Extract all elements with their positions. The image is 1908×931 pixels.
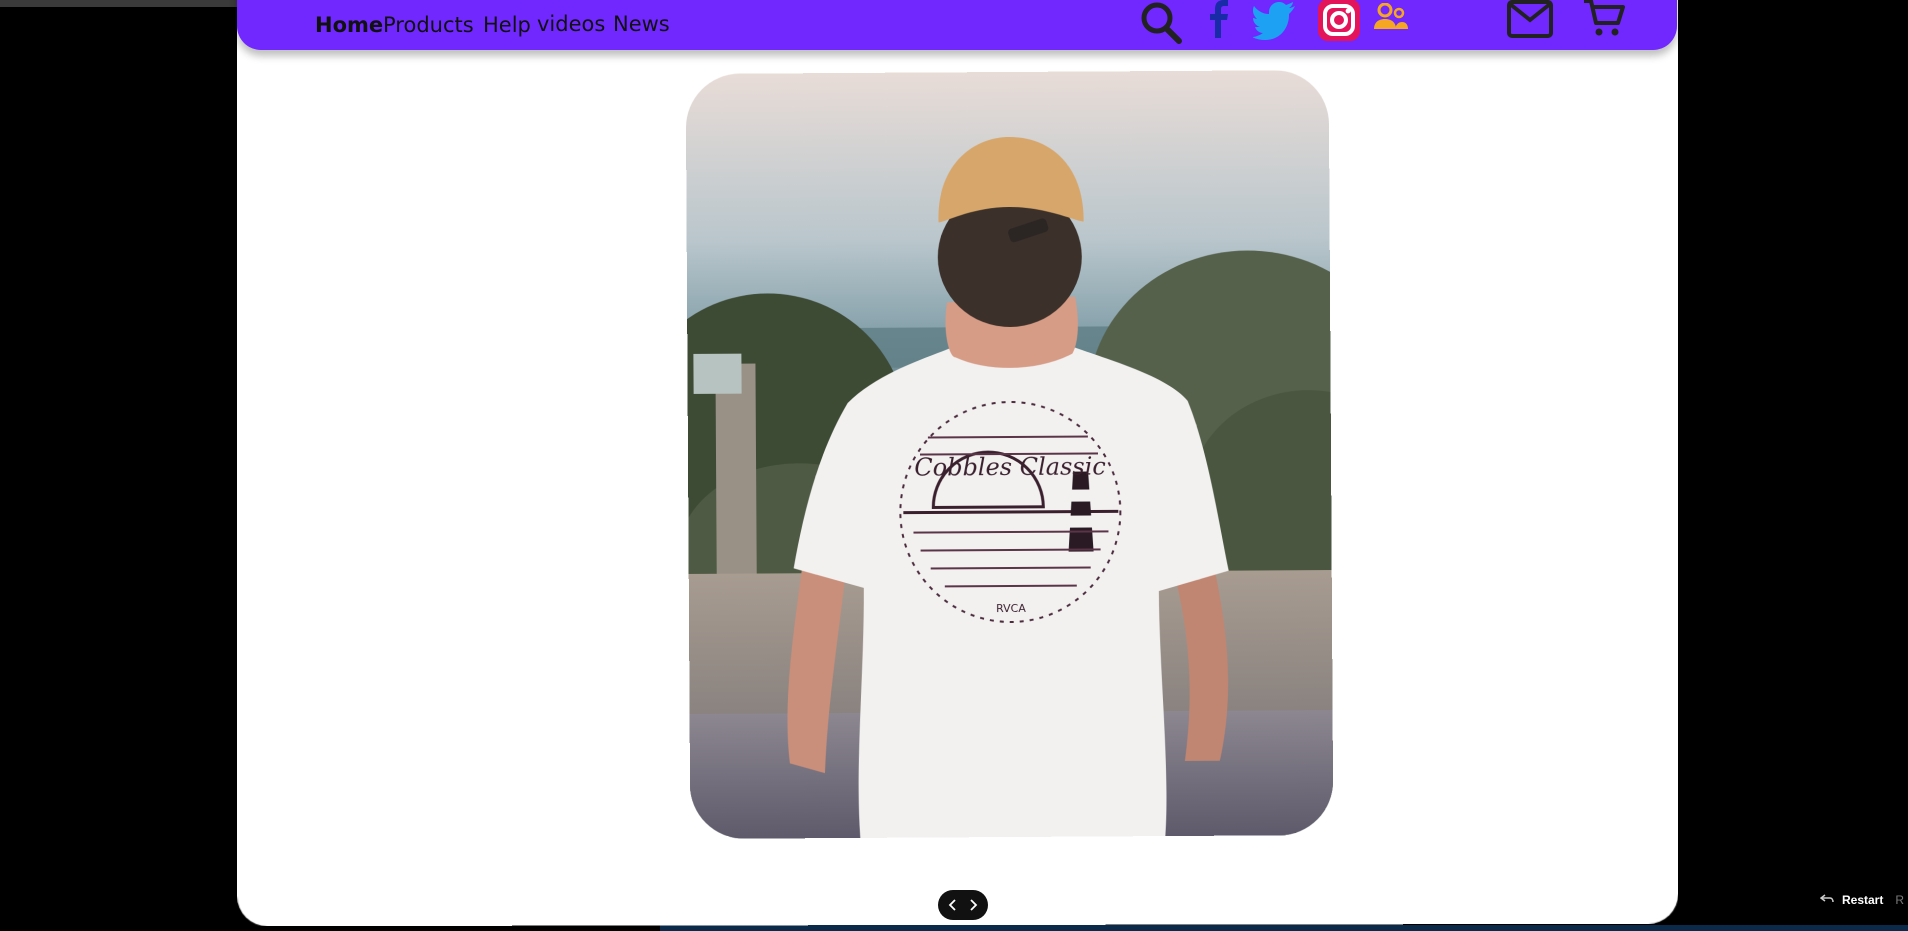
bottom-strip <box>660 925 1908 931</box>
mail-icon[interactable] <box>1507 0 1553 43</box>
shirt-print-text: Cobbles Classic <box>914 452 1106 481</box>
restart-label: Restart <box>1842 893 1884 907</box>
cart-icon[interactable] <box>1584 0 1626 43</box>
search-icon[interactable] <box>1139 0 1185 49</box>
slide-image: Cobbles Classic RVCA <box>685 70 1334 839</box>
slider-controls <box>938 890 988 920</box>
users-icon[interactable] <box>1373 2 1409 38</box>
nav-home-link[interactable]: Home <box>315 13 383 37</box>
facebook-icon[interactable] <box>1205 0 1233 43</box>
chevron-left-icon[interactable] <box>946 898 960 912</box>
twitter-icon[interactable] <box>1252 0 1297 45</box>
navbar: Home Products Help videos News <box>237 0 1677 50</box>
shirt-brand-text: RVCA <box>996 602 1026 615</box>
nav-videos-link[interactable]: videos <box>537 12 605 36</box>
chevron-right-icon[interactable] <box>966 898 980 912</box>
instagram-icon[interactable] <box>1318 0 1360 46</box>
nav-help-link[interactable]: Help <box>483 13 531 37</box>
restart-button[interactable]: Restart R <box>1819 891 1905 909</box>
nav-news-link[interactable]: News <box>613 12 670 36</box>
undo-arrow-icon <box>1819 893 1834 908</box>
nav-products-link[interactable]: Products <box>383 13 474 37</box>
restart-shortcut-key: R <box>1895 893 1905 907</box>
